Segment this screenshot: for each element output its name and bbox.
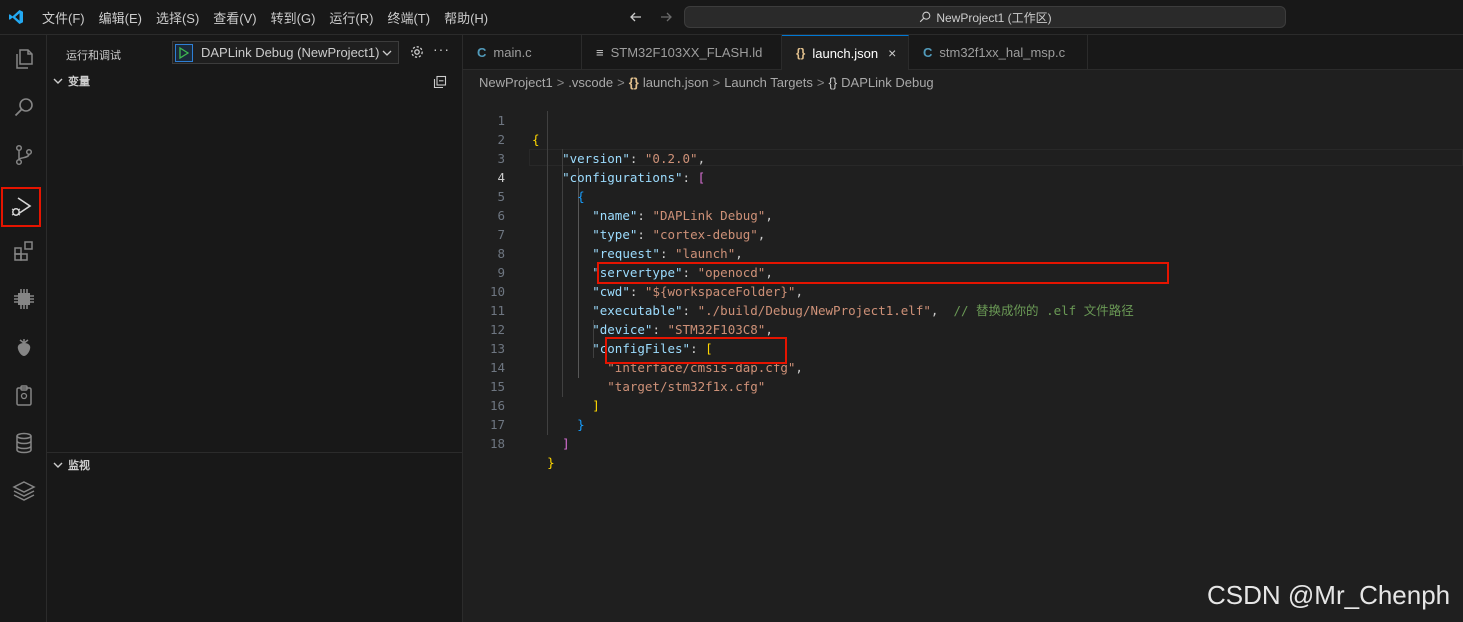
line-text: ]	[562, 436, 570, 451]
chip-icon[interactable]	[0, 277, 47, 321]
c-file-icon: C	[923, 45, 933, 60]
more-actions-icon[interactable]: ···	[433, 41, 450, 57]
tab-launch-json[interactable]: {} launch.json ×	[782, 35, 909, 70]
breadcrumb-item[interactable]: launch.json	[643, 75, 709, 90]
menu-view[interactable]: 查看(V)	[213, 8, 256, 27]
watch-section-title: 监视	[68, 460, 90, 472]
title-bar: 文件(F) 编辑(E) 选择(S) 查看(V) 转到(G) 运行(R) 终端(T…	[0, 0, 1463, 35]
breadcrumb-separator: >	[712, 74, 721, 90]
tab-hal-msp-c[interactable]: C stm32f1xx_hal_msp.c	[909, 35, 1088, 70]
run-debug-icon[interactable]	[1, 187, 41, 227]
extensions-icon[interactable]	[0, 229, 47, 273]
tab-label: main.c	[493, 45, 532, 60]
code-line: 3 "configurations": [	[463, 130, 1463, 185]
breadcrumb-item[interactable]: .vscode	[568, 75, 613, 90]
section-divider	[47, 452, 462, 453]
start-debug-button[interactable]	[175, 43, 193, 62]
c-file-icon: C	[477, 45, 487, 60]
object-icon: {}	[828, 74, 838, 90]
line-text: }	[547, 455, 555, 470]
editor-tab-bar: C main.c ≡ STM32F103XX_FLASH.ld {} launc…	[463, 35, 1463, 70]
code-line: 6 "type": "cortex-debug",	[463, 187, 1463, 242]
source-control-icon[interactable]	[0, 133, 47, 177]
code-line: 12 "configFiles": [	[463, 301, 1463, 356]
tab-label: stm32f1xx_hal_msp.c	[939, 45, 1066, 60]
breadcrumb: NewProject1 > .vscode > {} launch.json >…	[479, 71, 934, 93]
tab-label: launch.json	[812, 45, 879, 61]
explorer-icon[interactable]	[0, 37, 47, 81]
breadcrumb-item[interactable]: NewProject1	[479, 75, 553, 90]
code-line: 17 ]	[463, 396, 1463, 451]
breadcrumb-separator: >	[816, 74, 825, 90]
code-line: 5 "name": "DAPLink Debug",	[463, 168, 1463, 223]
menu-bar: 文件(F) 编辑(E) 选择(S) 查看(V) 转到(G) 运行(R) 终端(T…	[42, 0, 502, 35]
menu-terminal[interactable]: 终端(T)	[387, 8, 430, 27]
command-center-label: NewProject1 (工作区)	[936, 10, 1052, 25]
variables-section-title: 变量	[68, 76, 90, 88]
tab-flash-ld[interactable]: ≡ STM32F103XX_FLASH.ld	[582, 35, 782, 70]
command-center-search[interactable]: NewProject1 (工作区)	[684, 6, 1286, 28]
code-line: 7 "request": "launch",	[463, 206, 1463, 261]
code-line: 11 "device": "STM32F103C8",	[463, 282, 1463, 337]
search-icon	[920, 11, 931, 23]
strawberry-icon[interactable]	[0, 325, 47, 369]
launch-config-label: DAPLink Debug (NewProject1)	[201, 45, 380, 60]
code-line: 9 "cwd": "${workspaceFolder}",	[463, 244, 1463, 299]
close-icon[interactable]: ×	[888, 45, 896, 61]
menu-edit[interactable]: 编辑(E)	[99, 8, 142, 27]
breadcrumb-item[interactable]: Launch Targets	[724, 75, 813, 90]
json-file-icon: {}	[628, 74, 639, 90]
chevron-down-icon	[53, 78, 63, 84]
code-line: 2 "version": "0.2.0",	[463, 111, 1463, 166]
breadcrumb-separator: >	[556, 74, 565, 90]
play-icon	[179, 46, 189, 59]
line-number: 18	[489, 436, 505, 451]
gear-icon[interactable]	[409, 44, 425, 60]
text-file-icon: ≡	[596, 45, 604, 60]
menu-go[interactable]: 转到(G)	[271, 8, 316, 27]
breadcrumb-item[interactable]: DAPLink Debug	[841, 75, 934, 90]
collapse-all-icon[interactable]	[433, 75, 447, 89]
sidebar-title: 运行和调试	[66, 50, 121, 62]
activity-bar	[0, 35, 47, 622]
menu-run[interactable]: 运行(R)	[329, 8, 373, 27]
code-line: 18 }	[463, 415, 1463, 470]
nav-arrows	[628, 9, 674, 25]
clipboard-icon[interactable]	[0, 373, 47, 417]
menu-file[interactable]: 文件(F)	[42, 8, 85, 27]
chevron-down-icon	[53, 462, 63, 468]
json-file-icon: {}	[796, 46, 806, 60]
variables-section-header[interactable]: 变量	[47, 70, 462, 92]
menu-selection[interactable]: 选择(S)	[156, 8, 199, 27]
layers-icon[interactable]	[0, 469, 47, 513]
vscode-logo-icon	[9, 10, 23, 24]
back-arrow-icon[interactable]	[628, 9, 644, 25]
watch-section-header[interactable]: 监视	[47, 454, 462, 476]
tab-label: STM32F103XX_FLASH.ld	[610, 45, 763, 60]
executable-highlight-box	[597, 262, 1169, 284]
search-icon[interactable]	[0, 85, 47, 129]
database-icon[interactable]	[0, 421, 47, 465]
code-line: 1 {	[463, 92, 1463, 147]
launch-config-select[interactable]: DAPLink Debug (NewProject1)	[172, 41, 399, 64]
code-line: 16 }	[463, 377, 1463, 432]
menu-help[interactable]: 帮助(H)	[444, 8, 488, 27]
chevron-down-icon	[382, 50, 392, 56]
code-line: 4 {	[463, 149, 1463, 204]
tab-main-c[interactable]: C main.c	[463, 35, 582, 70]
forward-arrow-icon[interactable]	[658, 9, 674, 25]
watermark: CSDN @Mr_Chenph	[1207, 580, 1451, 610]
target-cfg-highlight-box	[605, 337, 787, 364]
code-line: 8 "servertype": "openocd",	[463, 225, 1463, 280]
debug-sidebar: 运行和调试 DAPLink Debug (NewProject1) ··· 变量…	[47, 35, 463, 622]
breadcrumb-separator: >	[617, 74, 625, 90]
